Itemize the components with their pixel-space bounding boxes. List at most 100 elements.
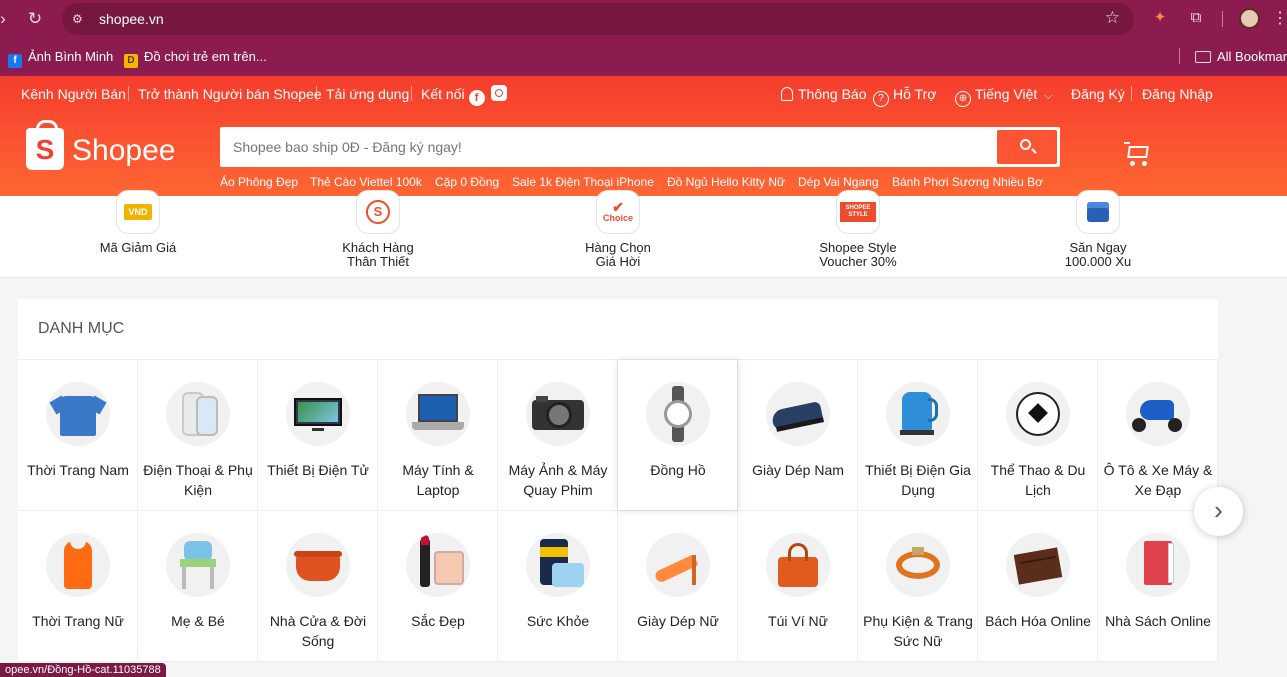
category-item[interactable]: Thể Thao & Du Lịch bbox=[978, 360, 1098, 511]
category-item[interactable]: Nhà Cửa & Đời Sống bbox=[258, 511, 378, 662]
category-item[interactable]: Đồng Hồ bbox=[618, 360, 738, 511]
category-item[interactable]: Thời Trang Nam bbox=[18, 360, 138, 511]
category-item[interactable]: Mẹ & Bé bbox=[138, 511, 258, 662]
search-input[interactable] bbox=[220, 127, 990, 167]
category-item[interactable]: Sắc Đẹp bbox=[378, 511, 498, 662]
connect-section: Kết nối f bbox=[421, 84, 507, 106]
site-settings-icon[interactable]: ⚙ bbox=[72, 11, 88, 27]
help-icon: ? bbox=[873, 91, 889, 107]
download-app-link[interactable]: Tải ứng dụng bbox=[326, 84, 409, 104]
search-box bbox=[220, 127, 1060, 167]
category-item[interactable]: Giày Dép Nam bbox=[738, 360, 858, 511]
category-label: Ô Tô & Xe Máy & Xe Đạp bbox=[1103, 462, 1213, 498]
chocolate-icon bbox=[1006, 533, 1070, 597]
suggestion-link[interactable]: Cặp 0 Đồng bbox=[435, 175, 499, 189]
suggestion-link[interactable]: Đồ Ngủ Hello Kitty Nữ bbox=[667, 175, 785, 189]
forward-arrow-icon[interactable]: › bbox=[0, 8, 14, 30]
category-item[interactable]: Phụ Kiện & Trang Sức Nữ bbox=[858, 511, 978, 662]
suggestion-link[interactable]: Áo Phông Đẹp bbox=[220, 175, 298, 189]
quick-links-strip: VND Mã Giảm Giá S Khách Hàng Thân Thiết … bbox=[0, 190, 1287, 278]
suggestion-link[interactable]: Dép Vai Ngang bbox=[798, 175, 879, 189]
bell-icon bbox=[781, 87, 793, 101]
pot-icon bbox=[286, 533, 350, 597]
register-link[interactable]: Đăng Ký bbox=[1071, 84, 1125, 104]
watch-icon bbox=[646, 382, 710, 446]
category-item[interactable]: Nhà Sách Online bbox=[1098, 511, 1218, 662]
categories-grid: Thời Trang Nam Điện Thoại & Phụ Kiện Thiết… bbox=[18, 359, 1218, 662]
category-label: Túi Ví Nữ bbox=[768, 613, 828, 629]
bracelet-icon bbox=[886, 533, 950, 597]
suggestion-link[interactable]: Sale 1k Điện Thoại iPhone bbox=[512, 175, 654, 189]
category-item[interactable]: Túi Ví Nữ bbox=[738, 511, 858, 662]
category-item[interactable]: Máy Ảnh & Máy Quay Phim bbox=[498, 360, 618, 511]
categories-title: DANH MỤC bbox=[38, 320, 125, 337]
bookmark-label: Ảnh Bình Minh bbox=[28, 49, 114, 64]
become-seller-link[interactable]: Trở thành Người bán Shopee bbox=[138, 84, 322, 104]
category-item[interactable]: Máy Tính & Laptop bbox=[378, 360, 498, 511]
bookmark-item-2[interactable]: D Đồ chơi trẻ em trên... bbox=[124, 48, 267, 68]
category-label: Bách Hóa Online bbox=[985, 613, 1091, 629]
bookmark-label: Đồ chơi trẻ em trên... bbox=[144, 49, 267, 64]
cart-icon[interactable] bbox=[1124, 142, 1150, 166]
smartphone-icon bbox=[166, 382, 230, 446]
gift-box-shape bbox=[1087, 202, 1109, 222]
tv-icon bbox=[286, 382, 350, 446]
address-bar[interactable]: ⚙ shopee.vn ☆ bbox=[62, 3, 1134, 35]
category-item[interactable]: Giày Dép Nữ bbox=[618, 511, 738, 662]
bookmarks-divider bbox=[1179, 48, 1180, 64]
category-label: Giày Dép Nam bbox=[752, 462, 844, 478]
category-label: Sức Khỏe bbox=[526, 613, 590, 629]
notifications-link[interactable]: Thông Báo bbox=[781, 84, 867, 104]
category-item[interactable]: Ô Tô & Xe Máy & Xe Đạp bbox=[1098, 360, 1218, 511]
profile-avatar[interactable] bbox=[1239, 8, 1260, 29]
toolbar-divider bbox=[1222, 11, 1223, 27]
topnav-divider bbox=[1131, 86, 1132, 101]
next-arrow-button[interactable]: › bbox=[1194, 487, 1243, 536]
category-label: Đồng Hồ bbox=[650, 462, 706, 478]
category-label: Thời Trang Nam bbox=[27, 462, 129, 478]
bookmark-item-1[interactable]: f Ảnh Bình Minh bbox=[8, 48, 114, 68]
extensions-puzzle-icon[interactable]: ⧉ bbox=[1186, 8, 1206, 28]
suggestion-link[interactable]: Thẻ Cào Viettel 100k bbox=[310, 175, 422, 189]
polo-shirt-icon bbox=[46, 382, 110, 446]
all-bookmarks[interactable]: All Bookmarks bbox=[1195, 48, 1287, 66]
language-selector[interactable]: ⊕ Tiếng Việt ⌵ bbox=[955, 84, 1053, 107]
instagram-icon[interactable] bbox=[490, 85, 507, 101]
football-icon bbox=[1006, 382, 1070, 446]
category-item[interactable]: Thiết Bị Điện Gia Dụng bbox=[858, 360, 978, 511]
category-label: Thiết Bị Điện Tử bbox=[267, 462, 369, 478]
support-link[interactable]: ? Hỗ Trợ bbox=[873, 84, 936, 107]
url-text[interactable]: shopee.vn bbox=[99, 11, 164, 27]
search-icon bbox=[1020, 139, 1031, 150]
category-label: Điện Thoại & Phụ Kiện bbox=[143, 462, 253, 498]
category-item[interactable]: Thời Trang Nữ bbox=[18, 511, 138, 662]
category-item[interactable]: Điện Thoại & Phụ Kiện bbox=[138, 360, 258, 511]
shopee-bag-icon: S bbox=[26, 120, 64, 170]
category-item[interactable]: Sức Khỏe bbox=[498, 511, 618, 662]
suggestion-link[interactable]: Bánh Phơi Sương Nhiều Bơ bbox=[892, 175, 1043, 189]
reload-icon[interactable]: ↻ bbox=[24, 8, 46, 30]
extension-fire-icon[interactable]: ✦ bbox=[1150, 8, 1170, 28]
bookmarks-bar: f Ảnh Bình Minh D Đồ chơi trẻ em trên... A… bbox=[0, 38, 1287, 76]
style-icon-text: SHOPEE STYLE bbox=[840, 202, 876, 222]
category-item[interactable]: Thiết Bị Điện Tử bbox=[258, 360, 378, 511]
choice-icon-text: Choice bbox=[602, 213, 633, 223]
shopee-header: Kênh Người Bán Trở thành Người bán Shope… bbox=[0, 76, 1287, 196]
more-menu-icon[interactable]: ⋮ bbox=[1272, 8, 1287, 28]
bookmark-star-icon[interactable]: ☆ bbox=[1105, 8, 1120, 28]
facebook-icon: f bbox=[8, 54, 22, 68]
toy-store-icon: D bbox=[124, 54, 138, 68]
category-item[interactable]: Bách Hóa Online bbox=[978, 511, 1098, 662]
seller-channel-link[interactable]: Kênh Người Bán bbox=[21, 84, 126, 104]
makeup-icon bbox=[406, 533, 470, 597]
category-label: Sắc Đẹp bbox=[411, 613, 465, 629]
facebook-icon[interactable]: f bbox=[468, 90, 485, 106]
login-link[interactable]: Đăng Nhập bbox=[1142, 84, 1213, 104]
handbag-icon bbox=[766, 533, 830, 597]
search-button[interactable] bbox=[997, 130, 1057, 164]
loyalty-icon-text: S bbox=[366, 200, 390, 224]
category-label: Máy Ảnh & Máy Quay Phim bbox=[508, 462, 608, 498]
category-label: Phụ Kiện & Trang Sức Nữ bbox=[863, 613, 973, 649]
voucher-icon-text: VND bbox=[124, 204, 152, 220]
check-mark: ✔ bbox=[612, 199, 624, 215]
